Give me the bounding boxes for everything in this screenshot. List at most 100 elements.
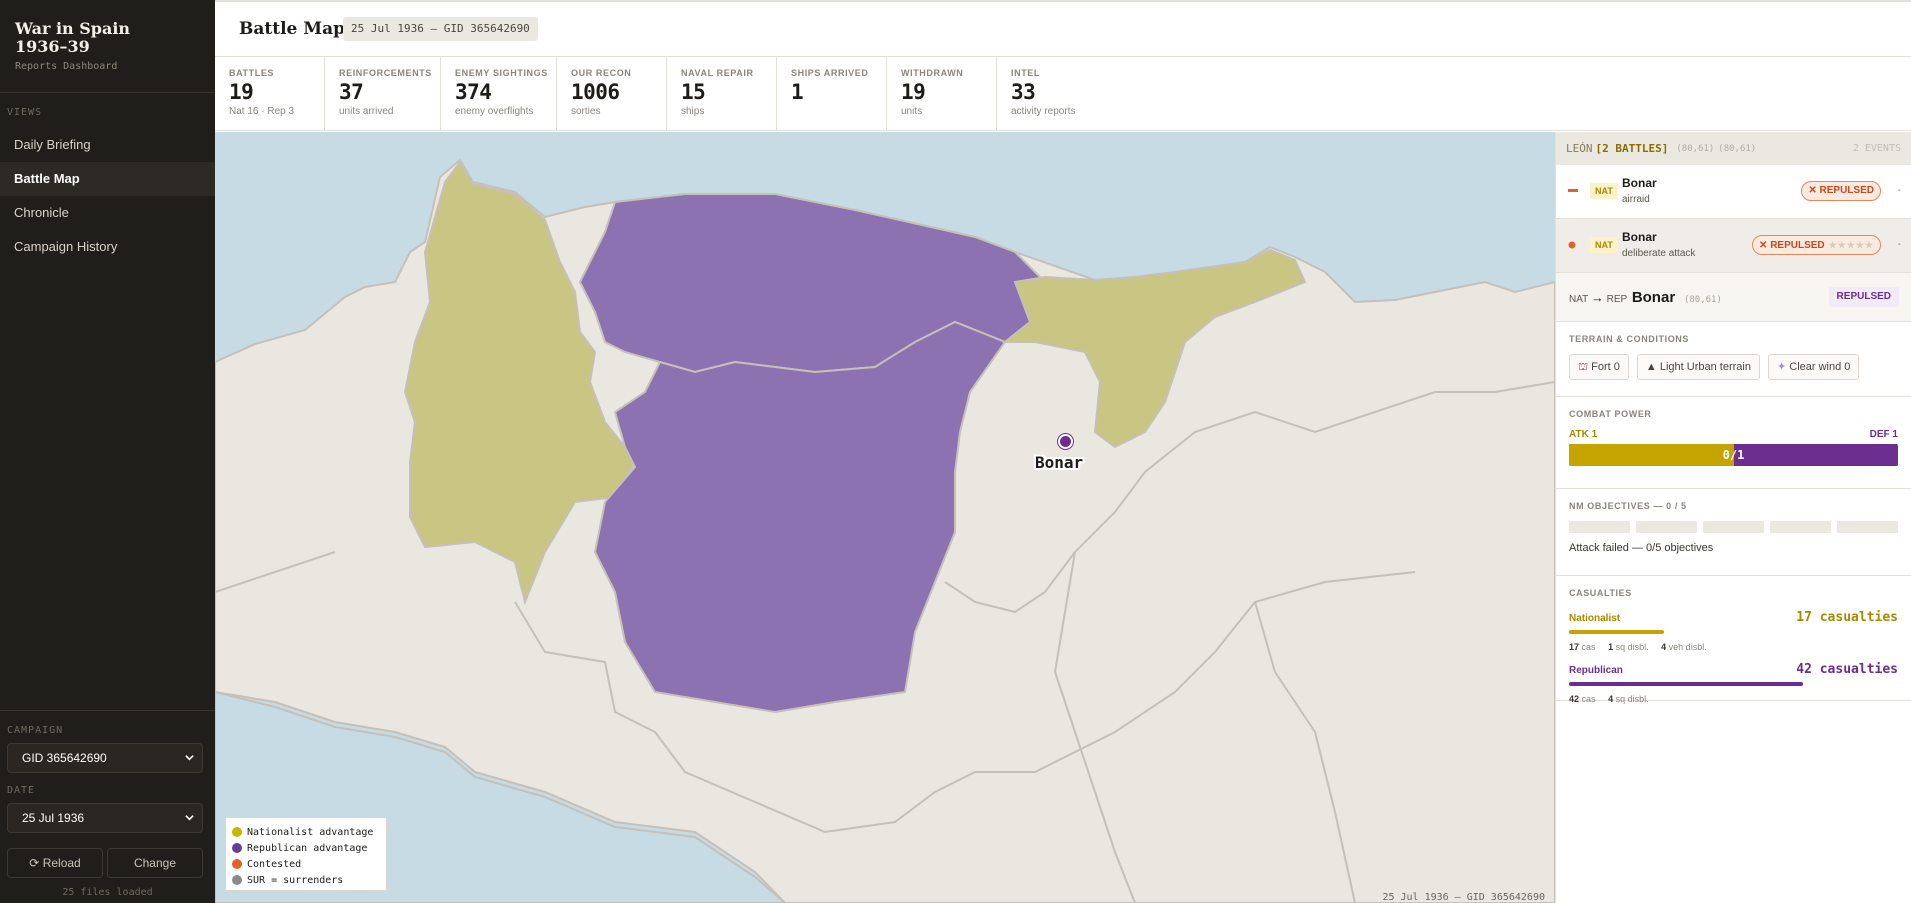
coords-a: (80,61) (1676, 143, 1715, 154)
app-title: War in Spain 1936–39 (15, 19, 131, 56)
reload-icon: ⟳ (29, 856, 40, 870)
objective-slot (1703, 521, 1764, 533)
stat-label: BATTLES (229, 68, 275, 78)
nav-item-daily-briefing[interactable]: Daily Briefing (0, 128, 215, 162)
fort-icon: ⛫ (1578, 361, 1589, 373)
stat-sub: units (901, 106, 923, 117)
stat-value: 15 (681, 80, 706, 104)
divider (0, 92, 215, 93)
stat-battles: BATTLES 19 Nat 16 · Rep 3 (215, 57, 325, 131)
date-select[interactable]: 25 Jul 1936 (7, 803, 203, 833)
stat-label: REINFORCEMENTS (339, 68, 432, 78)
chip-label: Light Urban terrain (1659, 361, 1751, 373)
chip-label: Fort 0 (1591, 361, 1620, 373)
casualty-side: Republican (1569, 665, 1623, 676)
event-row[interactable]: NAT Bonar airraid ✕ REPULSED - (1556, 165, 1911, 219)
chevron-down-icon (185, 755, 194, 761)
campaign-select[interactable]: GID 365642690 (7, 743, 203, 773)
campaign-select-value: GID 365642690 (22, 751, 107, 765)
app-subtitle: Reports Dashboard (15, 61, 118, 72)
event-toggle[interactable]: - (1898, 185, 1901, 196)
divider (0, 710, 215, 711)
combat-power-section: COMBAT POWER ATK 1 DEF 1 0/1 (1556, 397, 1911, 489)
casualty-details: 17 cas 1 sq disbl. 4 veh disbl. (1569, 642, 1898, 652)
casualty-side: Nationalist (1569, 613, 1621, 624)
change-button[interactable]: Change (107, 848, 203, 878)
stat-label: INTEL (1011, 68, 1040, 78)
casualty-total: 42 casualties (1796, 662, 1898, 677)
casualty-bar (1569, 682, 1803, 686)
stat-naval-repair: NAVAL REPAIR 15 ships (667, 57, 777, 131)
stat-value: 19 (901, 80, 926, 104)
legend-label: Nationalist advantage (247, 826, 374, 838)
stat-sub: ships (681, 106, 705, 117)
event-type: deliberate attack (1622, 248, 1696, 259)
battles-tag: [2 BATTLES] (1595, 142, 1669, 155)
map-footer: 25 Jul 1936 — GID 365642690 (1382, 892, 1545, 903)
reload-button[interactable]: ⟳ Reload (7, 848, 103, 878)
casualty-stat: 17 cas (1569, 642, 1596, 652)
map-legend: Nationalist advantage Republican advanta… (225, 817, 387, 891)
battle-map[interactable]: Bonar Nationalist advantage Republican a… (215, 132, 1555, 903)
reload-label: Reload (42, 856, 81, 870)
campaign-label: CAMPAIGN (7, 725, 64, 736)
event-row[interactable]: NAT Bonar deliberate attack ✕ REPULSED ★★… (1556, 219, 1911, 273)
events-count: 2 EVENTS (1852, 143, 1901, 154)
date-select-value: 25 Jul 1936 (22, 811, 85, 825)
stats-bar: BATTLES 19 Nat 16 · Rep 3 REINFORCEMENTS… (215, 57, 1911, 131)
event-toggle[interactable]: - (1898, 239, 1901, 250)
stat-value: 374 (455, 80, 492, 104)
battle-coords: (80,61) (1683, 295, 1722, 305)
header: Battle Map 25 Jul 1936 — GID 365642690 (215, 0, 1911, 57)
casualty-stat: 1 sq disbl. (1608, 642, 1649, 652)
casualty-stat: 4 sq disbl. (1608, 694, 1649, 704)
casualty-row-nationalist: Nationalist 17 casualties (1569, 610, 1898, 625)
sidebar: War in Spain 1936–39 Reports Dashboard V… (0, 0, 215, 903)
map-canvas[interactable] (215, 132, 1555, 903)
date-gid-tag: 25 Jul 1936 — GID 365642690 (343, 17, 538, 41)
coords-b: (80,61) (1718, 143, 1757, 154)
stat-value: 1006 (571, 80, 620, 104)
battle-marker-label[interactable]: Bonar (1035, 453, 1083, 472)
terrain-section: TERRAIN & CONDITIONS ⛫ Fort 0 ▲ Light Ur… (1556, 322, 1911, 397)
objectives-section: NM OBJECTIVES — 0 / 5 Attack failed — 0/… (1556, 489, 1911, 576)
casualty-stat: 42 cas (1569, 694, 1596, 704)
mountain-icon: ▲ (1645, 361, 1657, 373)
nav-list: Daily Briefing Battle Map Chronicle Camp… (0, 128, 215, 264)
views-label: VIEWS (7, 107, 43, 118)
legend-dot (232, 875, 242, 885)
files-loaded-status: 25 files loaded (62, 887, 153, 898)
side-badge: NAT (1590, 183, 1618, 199)
stat-our-recon: OUR RECON 1006 sorties (557, 57, 667, 131)
stat-label: OUR RECON (571, 68, 632, 78)
stat-sub: enemy overflights (455, 106, 534, 117)
brand: War in Spain 1936–39 Reports Dashboard (0, 0, 215, 73)
sparkle-icon: ✦ (1776, 361, 1787, 373)
legend-dot (232, 827, 242, 837)
terrain-chip: ▲ Light Urban terrain (1636, 354, 1760, 380)
terrain-chips: ⛫ Fort 0 ▲ Light Urban terrain ✦ Clear w… (1569, 354, 1898, 380)
stat-value: 19 (229, 80, 254, 104)
chip-label: Clear wind 0 (1789, 361, 1851, 373)
stat-label: SHIPS ARRIVED (791, 68, 869, 78)
stat-sub: units arrived (339, 106, 394, 117)
section-title: NM OBJECTIVES — 0 / 5 (1569, 501, 1687, 511)
stat-ships-arrived: SHIPS ARRIVED 1 (777, 57, 887, 131)
stat-sub: sorties (571, 106, 601, 117)
casualties-section: CASUALTIES Nationalist 17 casualties 17 … (1556, 576, 1911, 704)
stat-value: 1 (791, 80, 804, 104)
event-type: airraid (1622, 194, 1650, 205)
nav-item-battle-map[interactable]: Battle Map (0, 162, 215, 196)
battle-marker[interactable] (1058, 434, 1073, 449)
casualty-bar (1569, 630, 1665, 634)
objective-slot (1837, 521, 1898, 533)
nav-item-chronicle[interactable]: Chronicle (0, 196, 215, 230)
def-label: DEF 1 (1869, 429, 1898, 440)
nav-item-campaign-history[interactable]: Campaign History (0, 230, 215, 264)
atk-def-labels: ATK 1 DEF 1 (1569, 429, 1898, 440)
objective-slot (1569, 521, 1630, 533)
objective-slot (1636, 521, 1697, 533)
stat-label: ENEMY SIGHTINGS (455, 68, 548, 78)
result-badge: ✕ REPULSED (1801, 181, 1881, 201)
dash-icon (1568, 189, 1578, 192)
